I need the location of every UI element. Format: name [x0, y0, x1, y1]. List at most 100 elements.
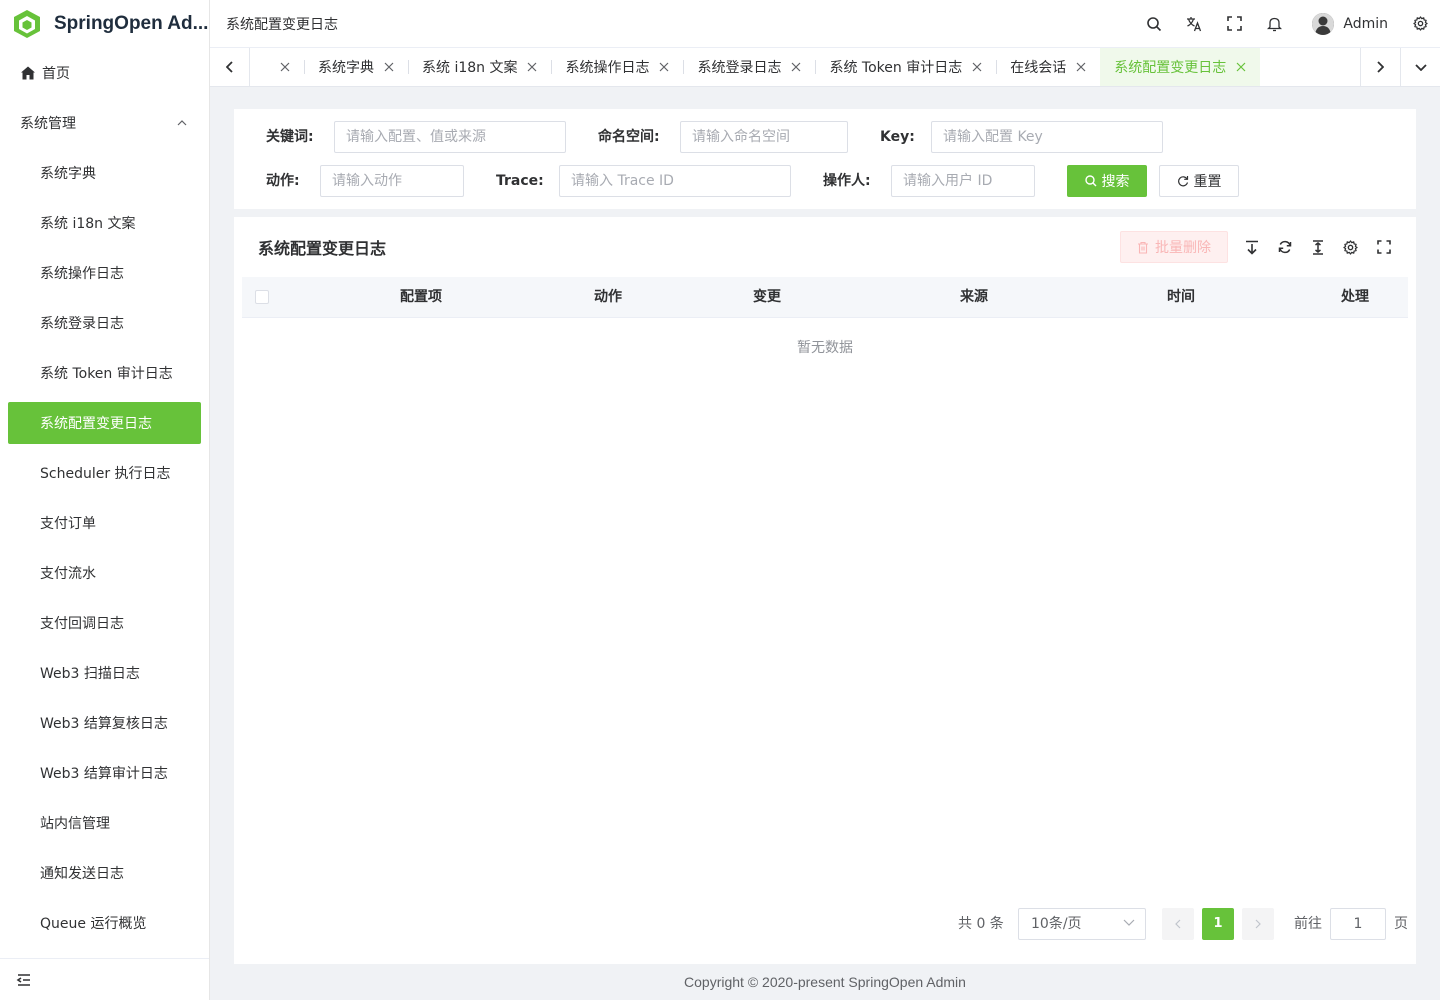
operator-input[interactable]: 请输入用户 ID: [891, 165, 1035, 197]
sidebar-item[interactable]: 支付回调日志: [0, 598, 209, 648]
tab-label: 系统操作日志: [565, 60, 650, 76]
sidebar-item[interactable]: Web3 结算审计日志: [0, 748, 209, 798]
sidebar-item[interactable]: 支付流水: [0, 548, 209, 598]
tab-label: 系统登录日志: [697, 60, 782, 76]
action-input[interactable]: 请输入动作: [320, 165, 464, 197]
column-header[interactable]: 处理: [1253, 277, 1440, 317]
chevron-left-icon: [1175, 919, 1181, 929]
chevron-right-icon: [1377, 61, 1384, 73]
home-icon: [21, 66, 35, 80]
sidebar-item[interactable]: 站内信管理: [0, 798, 209, 848]
avatar: [1312, 12, 1335, 35]
sidebar-item[interactable]: 系统登录日志: [0, 298, 209, 348]
footer: Copyright © 2020-present SpringOpen Admi…: [684, 974, 966, 990]
export-icon[interactable]: [1235, 231, 1268, 263]
tab[interactable]: [260, 48, 304, 86]
search-icon: [1084, 175, 1096, 187]
sidebar-item[interactable]: Web3 结算复核日志: [0, 698, 209, 748]
sidebar-item[interactable]: 支付订单: [0, 498, 209, 548]
fullscreen-icon[interactable]: [1214, 0, 1254, 48]
tabs-bar: 系统字典 系统 i18n 文案 系统操作日志 系统登录日志 系统 Token 审计日志 在…: [210, 48, 1440, 87]
sidebar-item-label: Web3 结算审计日志: [40, 766, 168, 782]
next-page-button[interactable]: [1242, 908, 1274, 940]
tab-label: 系统字典: [318, 60, 374, 76]
app-title: SpringOpen Ad...: [54, 13, 209, 34]
close-icon[interactable]: [1076, 62, 1086, 72]
close-icon[interactable]: [384, 62, 394, 72]
close-icon[interactable]: [1236, 62, 1246, 72]
top-header: 系统配置变更日志 Admin: [210, 0, 1440, 48]
sidebar-item[interactable]: 系统 i18n 文案: [0, 198, 209, 248]
tabs-more-button[interactable]: [1400, 48, 1440, 86]
tab[interactable]: 系统操作日志: [551, 48, 683, 86]
page-size-select[interactable]: 10条/页: [1018, 908, 1146, 940]
goto-page-input[interactable]: 1: [1330, 908, 1386, 940]
breadcrumb[interactable]: 系统配置变更日志: [226, 14, 338, 34]
close-icon[interactable]: [972, 62, 982, 72]
fullscreen-icon[interactable]: [1367, 231, 1400, 263]
sidebar-item-home[interactable]: 首页: [0, 48, 209, 98]
bell-icon[interactable]: [1254, 0, 1294, 48]
sidebar-item[interactable]: 通知发送日志: [0, 848, 209, 898]
refresh-icon[interactable]: [1268, 231, 1301, 263]
sidebar-item[interactable]: Queue 运行概览: [0, 898, 209, 948]
close-icon[interactable]: [659, 62, 669, 72]
sidebar: SpringOpen Ad... 首页 系统管理 系统字典系统 i18n 文案系…: [0, 0, 210, 1000]
search-icon[interactable]: [1134, 0, 1174, 48]
sidebar-group-label: 系统管理: [20, 116, 76, 132]
search-button[interactable]: 搜索: [1067, 165, 1147, 197]
sidebar-item-label: 支付订单: [40, 516, 96, 532]
batch-delete-button[interactable]: 批量删除: [1120, 231, 1228, 263]
key-input[interactable]: 请输入配置 Key: [931, 121, 1163, 153]
trace-input[interactable]: 请输入 Trace ID: [559, 165, 791, 197]
sidebar-group-system[interactable]: 系统管理: [0, 98, 209, 148]
tab[interactable]: 系统 i18n 文案: [408, 48, 551, 86]
tab[interactable]: 在线会话: [996, 48, 1100, 86]
column-header[interactable]: 动作: [521, 277, 695, 317]
action-label: 动作:: [266, 173, 300, 189]
sidebar-item-label: 支付回调日志: [40, 616, 124, 632]
pagination-total: 共 0 条: [958, 916, 1004, 932]
user-menu[interactable]: Admin: [1312, 12, 1388, 35]
column-header[interactable]: 变更: [695, 277, 839, 317]
sidebar-item-label: 系统 i18n 文案: [40, 216, 136, 232]
sidebar-item[interactable]: Scheduler 执行日志: [0, 448, 209, 498]
keyword-input[interactable]: 请输入配置、值或来源: [334, 121, 566, 153]
prev-page-button[interactable]: [1162, 908, 1194, 940]
column-header[interactable]: 时间: [1109, 277, 1253, 317]
refresh-icon: [1177, 176, 1188, 187]
sidebar-item[interactable]: 系统配置变更日志: [8, 402, 201, 444]
tab-label: 系统配置变更日志: [1114, 60, 1227, 76]
sidebar-item[interactable]: Web3 扫描日志: [0, 648, 209, 698]
tab[interactable]: 系统 Token 审计日志: [815, 48, 996, 86]
namespace-input[interactable]: 请输入命名空间: [680, 121, 848, 153]
reset-button-label: 重置: [1193, 174, 1222, 190]
tabs-scroll-right-button[interactable]: [1360, 48, 1400, 86]
chevron-down-icon: [1123, 919, 1135, 926]
select-all-checkbox[interactable]: [255, 290, 269, 304]
tabs-scroll-left-button[interactable]: [210, 48, 250, 86]
sidebar-item-label: 支付流水: [40, 566, 96, 582]
sidebar-item[interactable]: 系统操作日志: [0, 248, 209, 298]
close-icon[interactable]: [280, 62, 290, 72]
reset-button[interactable]: 重置: [1159, 165, 1239, 197]
sidebar-item[interactable]: 系统字典: [0, 148, 209, 198]
close-icon[interactable]: [791, 62, 801, 72]
batch-delete-label: 批量删除: [1155, 240, 1211, 256]
tab[interactable]: 系统字典: [304, 48, 408, 86]
sidebar-item[interactable]: 系统 Token 审计日志: [0, 348, 209, 398]
translate-icon[interactable]: [1174, 0, 1214, 48]
tab[interactable]: 系统配置变更日志: [1100, 48, 1261, 86]
close-icon[interactable]: [527, 62, 537, 72]
logo[interactable]: SpringOpen Ad...: [0, 0, 209, 48]
page-number[interactable]: 1: [1202, 908, 1234, 940]
column-header[interactable]: 配置项: [321, 277, 521, 317]
sidebar-item-label: Queue 运行概览: [40, 916, 147, 932]
tab[interactable]: 系统登录日志: [683, 48, 815, 86]
chevron-left-icon: [226, 61, 233, 73]
settings-icon[interactable]: [1400, 0, 1440, 48]
column-header[interactable]: 来源: [839, 277, 1109, 317]
row-height-icon[interactable]: [1301, 231, 1334, 263]
column-settings-icon[interactable]: [1334, 231, 1367, 263]
sidebar-collapse-button[interactable]: [0, 958, 209, 1000]
